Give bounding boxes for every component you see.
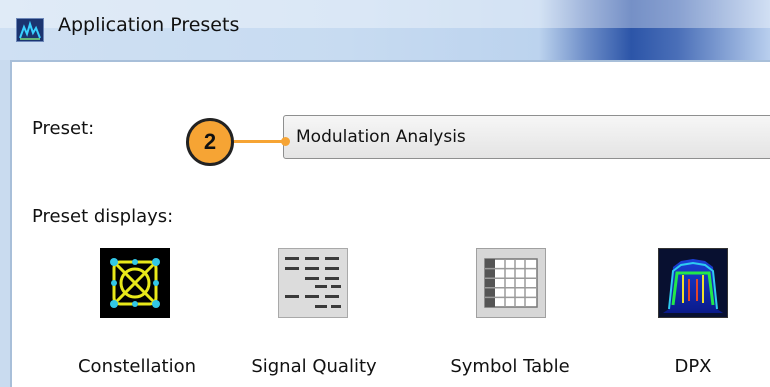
constellation-icon[interactable]: [100, 248, 170, 318]
callout-badge: 2: [186, 118, 234, 166]
preset-label: Preset:: [32, 118, 95, 139]
dpx-icon[interactable]: [658, 248, 728, 318]
symbol-table-icon[interactable]: [476, 248, 546, 318]
callout-leader-line: [233, 140, 285, 143]
constellation-label: Constellation: [77, 356, 196, 377]
title-bar: Application Presets: [0, 0, 770, 60]
signal-quality-label: Signal Quality: [251, 356, 377, 377]
callout-pointer: [281, 137, 290, 146]
symbol-table-label: Symbol Table: [450, 356, 570, 377]
app-icon: [16, 18, 44, 42]
preset-selected-value: Modulation Analysis: [296, 127, 466, 147]
dpx-label: DPX: [674, 356, 712, 377]
window-title: Application Presets: [58, 14, 240, 36]
preset-displays-label: Preset displays:: [32, 206, 174, 227]
window-frame: [0, 60, 10, 387]
preset-dropdown[interactable]: Modulation Analysis: [283, 115, 770, 159]
signal-quality-icon[interactable]: [278, 248, 348, 318]
application-presets-window: Application Presets Preset: Modulation A…: [0, 0, 770, 387]
